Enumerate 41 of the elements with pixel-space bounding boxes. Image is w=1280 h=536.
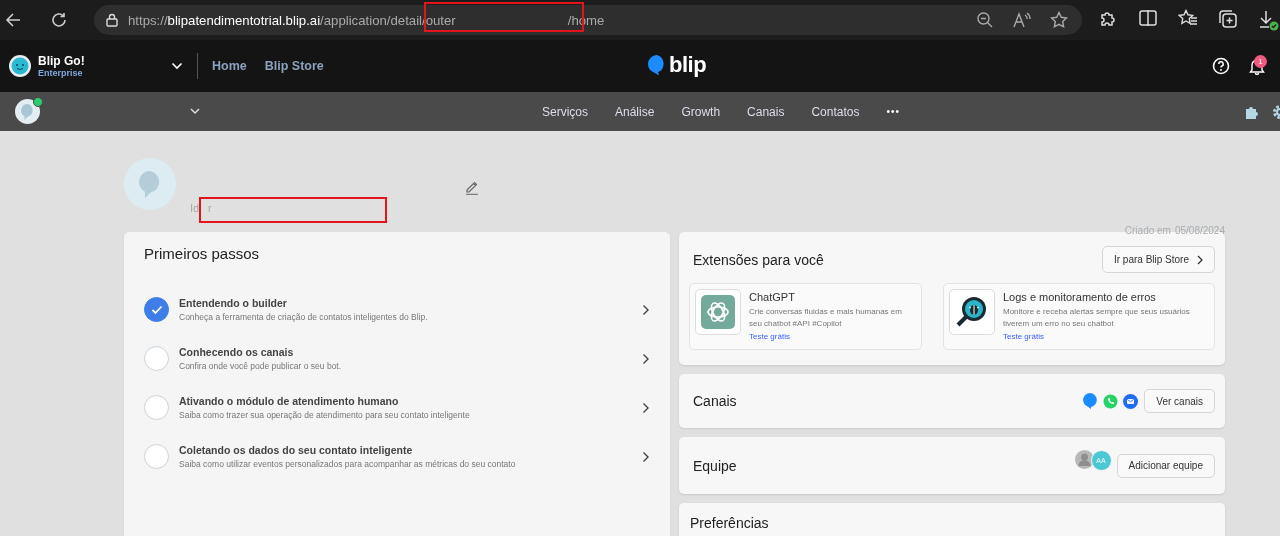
- workspace-name: Blip Go!: [38, 54, 85, 68]
- card-title: Preferências: [690, 515, 770, 531]
- url-path: outer: [425, 12, 456, 28]
- add-team-button[interactable]: Adicionar equipe: [1116, 453, 1215, 478]
- extension-description: Monitore e receba alertas sempre que seus usuários tiverem um erro no seu chatbot: [1003, 306, 1191, 330]
- step-title: Ativando o módulo de atendimento humano: [179, 395, 400, 407]
- extension-card[interactable]: Logs e monitoramento de erros Monitore e receba alertas sempre que seus usuários tiverem um erro no seu chatbot Teste grátis: [943, 283, 1215, 350]
- nav-link[interactable]: Blip Store: [264, 59, 324, 73]
- card-title: Primeiros passos: [144, 245, 261, 262]
- nav-tab[interactable]: Análise: [615, 104, 655, 119]
- extension-card[interactable]: ChatGPT Crie conversas fluidas e mais humanas em seu chatbot #API #Copilot Teste grátis: [689, 283, 922, 350]
- notification-badge: 1: [1254, 55, 1267, 68]
- nav-link[interactable]: Home: [212, 59, 247, 73]
- step-description: Saiba como utilizar eventos personalizados para acompanhar as métricas do seu contato: [179, 459, 517, 469]
- nav-tab[interactable]: Canais: [747, 104, 785, 119]
- card-title: Canais: [693, 393, 738, 409]
- nav-tab[interactable]: Serviços: [542, 104, 588, 119]
- step-title: Entendendo o builder: [179, 297, 288, 309]
- extension-name: ChatGPT: [749, 291, 796, 303]
- more-button[interactable]: •••: [886, 106, 900, 117]
- plan-label: Enterprise: [38, 68, 84, 78]
- url-scheme: https://: [128, 12, 168, 28]
- url-host: blipatendimentotrial.blip.ai: [167, 12, 321, 28]
- step-description: Saiba como trazer sua operação de atendimento para seu contato inteligente: [179, 410, 471, 420]
- step-title: Coletando os dados do seu contato inteligente: [179, 444, 414, 456]
- step-title: Conhecendo os canais: [179, 346, 295, 358]
- blip-store-button[interactable]: Ir para Blip Store: [1101, 246, 1215, 273]
- extension-name: Logs e monitoramento de erros: [1003, 291, 1157, 303]
- card-title: Equipe: [693, 457, 738, 474]
- trial-link[interactable]: Teste grátis: [749, 332, 916, 341]
- card-title: Extensões para você: [693, 251, 825, 268]
- extension-description: Crie conversas fluidas e mais humanas em seu chatbot #API #Copilot: [749, 306, 903, 330]
- view-channels-button[interactable]: Ver canais: [1144, 389, 1215, 413]
- nav-tab[interactable]: Contatos: [811, 104, 860, 119]
- step-description: Conheça a ferramenta de criação de contatos inteligentes do Blip.: [179, 312, 429, 322]
- logo-text: blip: [669, 52, 707, 78]
- created-date: 05/08/2024: [1174, 225, 1225, 236]
- step-description: Confira onde você pode publicar o seu bot.: [179, 361, 343, 371]
- nav-tab[interactable]: Growth: [681, 104, 721, 119]
- created-label: Criado em: [1124, 225, 1171, 236]
- trial-link[interactable]: Teste grátis: [1003, 332, 1209, 341]
